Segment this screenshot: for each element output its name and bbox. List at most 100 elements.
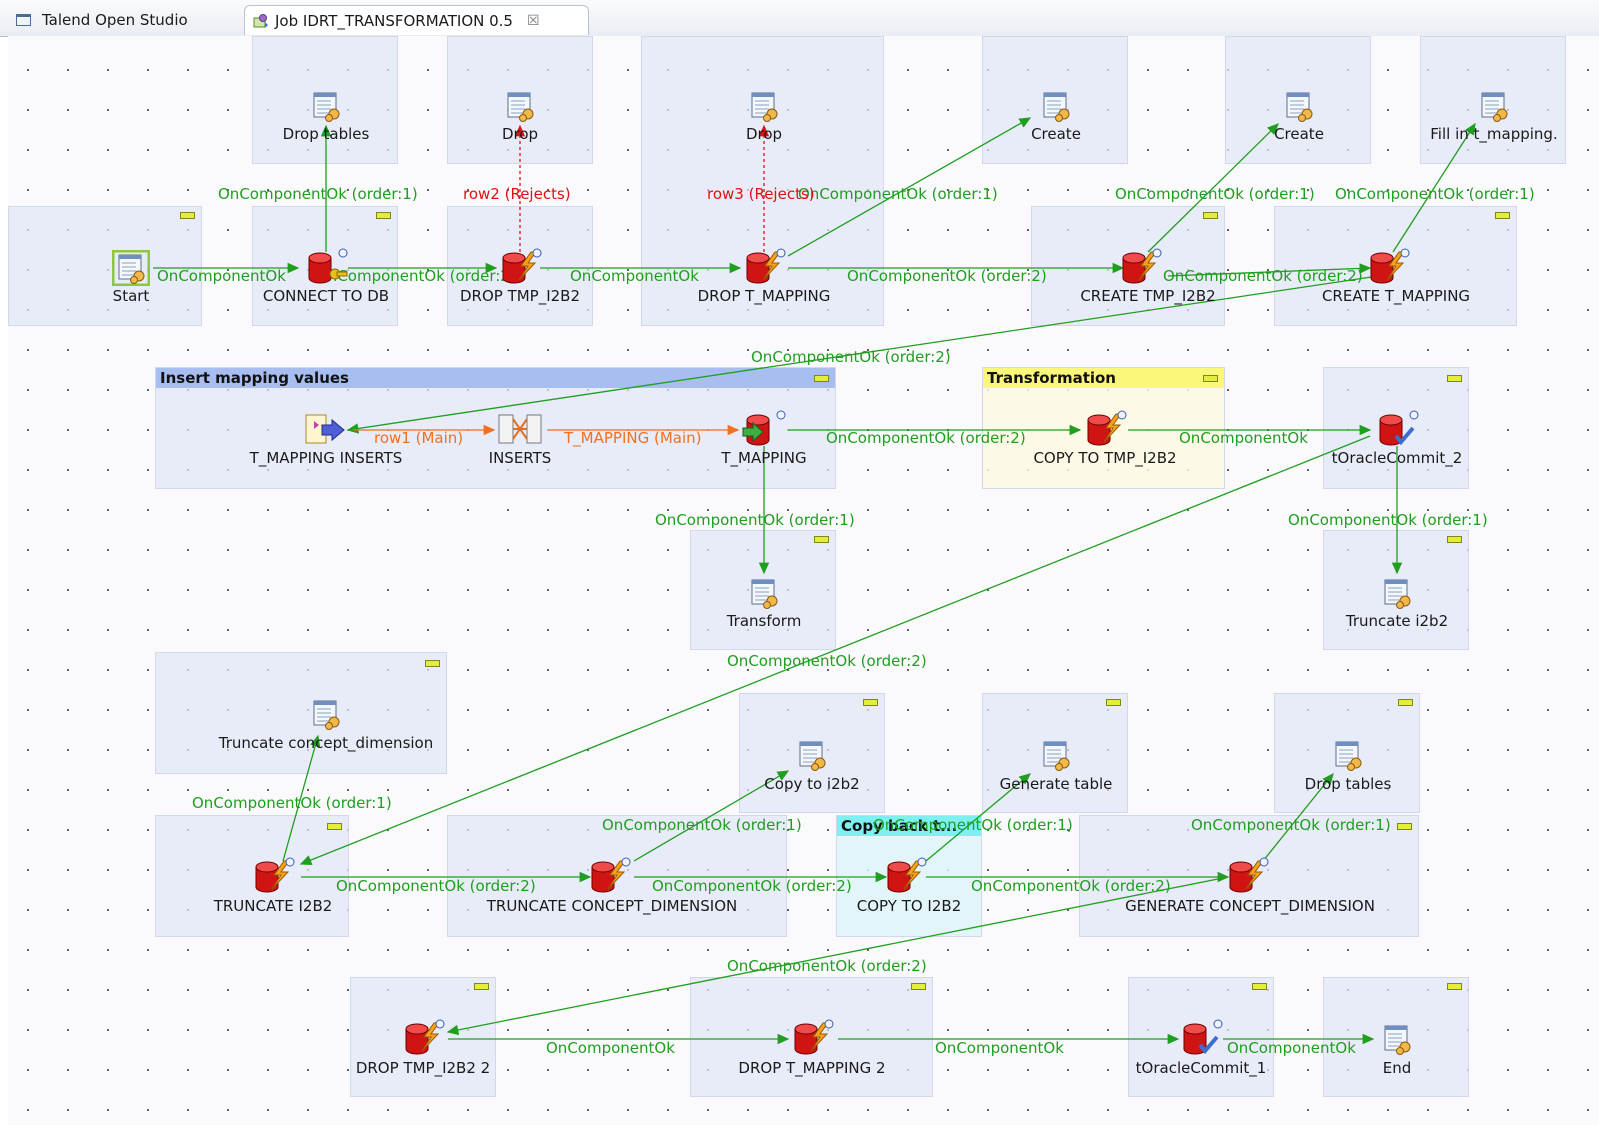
link-label: OnComponentOk (order:2): [1163, 267, 1363, 285]
db-output-icon[interactable]: [741, 410, 787, 450]
link-label: OnComponentOk: [1227, 1039, 1356, 1057]
component-label-copy-to-i2b2-db: COPY TO I2B2: [856, 897, 962, 915]
link-label: OnComponentOk (order:1): [655, 511, 855, 529]
component-label-start: Start: [112, 287, 150, 305]
component-label-t-mapping-inserts: T_MAPPING INSERTS: [249, 449, 403, 467]
component-label-truncate-i2b2-db: TRUNCATE I2B2: [213, 897, 333, 915]
db-commit-icon[interactable]: [1374, 410, 1420, 450]
component-label-drop-tmp-i2b2-2: DROP TMP_I2B2 2: [355, 1059, 491, 1077]
link-label: OnComponentOk (order:2): [751, 348, 951, 366]
link-label: OnComponentOk: [935, 1039, 1064, 1057]
component-label-copy-to-i2b2: Copy to i2b2: [764, 775, 860, 793]
link-label: OnComponentOk (order:2): [727, 652, 927, 670]
db-commit-icon[interactable]: [1178, 1019, 1224, 1059]
window-icon: [16, 14, 31, 26]
component-label-copy-to-tmp-i2b2: COPY TO TMP_I2B2: [1033, 449, 1177, 467]
link-label: OnComponentOk (order:2): [652, 877, 852, 895]
link-label: OnComponentOk (order:2): [336, 877, 536, 895]
job-icon: [253, 13, 269, 29]
component-label-create-tmp-i2b2: CREATE TMP_I2B2: [1080, 287, 1216, 305]
editor-tab-bar: Talend Open Studio Job IDRT_TRANSFORMATI…: [0, 0, 1599, 37]
component-label-truncate-concept-dimension: Truncate concept_dimension: [218, 734, 434, 752]
db-row-icon[interactable]: [250, 857, 296, 897]
link-label: OnComponentOk (order:1): [873, 816, 1073, 834]
component-label-inserts: INSERTS: [488, 449, 552, 467]
link-label: row1 (Main): [374, 429, 463, 447]
component-label-drop-tables: Drop tables: [282, 125, 370, 143]
job-component-icon[interactable]: [501, 88, 539, 124]
link-label: OnComponentOk (order:1): [192, 794, 392, 812]
component-label-drop-t-mapping: DROP T_MAPPING: [697, 287, 831, 305]
job-design-canvas[interactable]: Insert mapping values Transformation Cop…: [8, 36, 1599, 1125]
component-label-drop: Drop: [501, 125, 539, 143]
job-component-icon[interactable]: [745, 575, 783, 611]
component-label-create-t-mapping: CREATE T_MAPPING: [1321, 287, 1471, 305]
db-connection-icon[interactable]: [303, 248, 349, 288]
job-component-icon[interactable]: [307, 696, 345, 732]
tab-talend-open-studio[interactable]: Talend Open Studio: [8, 5, 240, 35]
db-row-icon[interactable]: [586, 857, 632, 897]
job-component-icon[interactable]: [793, 737, 831, 773]
link-label: T_MAPPING (Main): [563, 429, 702, 448]
link-label: OnComponentOk (order:2): [727, 957, 927, 975]
link-label: OnComponentOk: [546, 1039, 675, 1057]
start-component-icon[interactable]: [112, 250, 150, 286]
fixed-flow-input-icon[interactable]: [304, 411, 348, 449]
link-label: OnComponentOk (order:1): [1335, 185, 1535, 203]
close-tab-icon[interactable]: ☒: [527, 13, 540, 29]
job-component-icon[interactable]: [1280, 88, 1318, 124]
component-label-transform: Transform: [726, 612, 802, 630]
job-component-icon[interactable]: [1378, 575, 1416, 611]
link-label: OnComponentOk (order:2): [826, 429, 1026, 447]
connection-layer: OnComponentOk OnComponentOk (order:1) On…: [153, 117, 1535, 1057]
link-label: OnComponentOk (order:1): [1288, 511, 1488, 529]
link-label: OnComponentOk (order:1): [798, 185, 998, 203]
db-row-icon[interactable]: [1082, 410, 1128, 450]
component-label-drop-t-mapping-2: DROP T_MAPPING 2: [738, 1059, 886, 1077]
link-label: OnComponentOk (order:1): [1115, 185, 1315, 203]
tab-job-idrt-transformation[interactable]: Job IDRT_TRANSFORMATION 0.5 ☒: [244, 5, 589, 35]
component-label-toraclecommit-2: tOracleCommit_2: [1331, 449, 1463, 467]
component-label-create: Create: [1031, 125, 1081, 143]
component-label-t-mapping: T_MAPPING: [721, 449, 807, 467]
db-row-icon[interactable]: [882, 857, 928, 897]
tab-studio-label: Talend Open Studio: [42, 11, 188, 29]
tmap-icon[interactable]: [497, 411, 543, 449]
component-label-generate-table: Generate table: [999, 775, 1113, 793]
db-row-icon[interactable]: [789, 1019, 835, 1059]
link-label: OnComponentOk: [1179, 429, 1308, 447]
link-label: OnComponentOk: [157, 267, 286, 285]
db-row-icon[interactable]: [400, 1019, 446, 1059]
job-component-icon[interactable]: [1037, 737, 1075, 773]
component-label-generate-concept-dimension: GENERATE CONCEPT_DIMENSION: [1125, 897, 1375, 915]
job-component-icon[interactable]: [1378, 1021, 1416, 1057]
job-component-icon[interactable]: [745, 88, 783, 124]
link-label: OnComponentOk (order:2): [971, 877, 1171, 895]
link-label: row3 (Rejects): [707, 185, 815, 203]
component-label-drop-tables: Drop tables: [1304, 775, 1392, 793]
component-label-truncate-i2b2: Truncate i2b2: [1345, 612, 1449, 630]
tab-job-label: Job IDRT_TRANSFORMATION 0.5: [275, 11, 513, 30]
component-label-create: Create: [1274, 125, 1324, 143]
component-label-toraclecommit-1: tOracleCommit_1: [1135, 1059, 1267, 1077]
link-label: OnComponentOk: [570, 267, 699, 285]
component-label-connect-to-db: CONNECT TO DB: [262, 287, 390, 305]
job-component-icon[interactable]: [1037, 88, 1075, 124]
db-row-icon[interactable]: [1365, 248, 1411, 288]
link-label: row2 (Rejects): [463, 185, 571, 203]
component-label-truncate-concept-dimension-db: TRUNCATE CONCEPT_DIMENSION: [486, 897, 738, 915]
component-label-end: End: [1382, 1059, 1412, 1077]
component-label-fill-in-mapping: Fill in t_mapping.: [1430, 125, 1558, 143]
link-label: OnComponentOk (order:1): [602, 816, 802, 834]
component-label-drop-tmp-i2b2: DROP TMP_I2B2: [459, 287, 581, 305]
link-label: OnComponentOk (order:1): [218, 185, 418, 203]
component-label-drop: Drop: [745, 125, 783, 143]
db-row-icon[interactable]: [1117, 248, 1163, 288]
db-row-icon[interactable]: [497, 248, 543, 288]
job-component-icon[interactable]: [1475, 88, 1513, 124]
db-row-icon[interactable]: [741, 248, 787, 288]
job-component-icon[interactable]: [307, 88, 345, 124]
job-component-icon[interactable]: [1329, 737, 1367, 773]
link-label: OnComponentOk (order:1): [1191, 816, 1391, 834]
db-row-icon[interactable]: [1224, 857, 1270, 897]
